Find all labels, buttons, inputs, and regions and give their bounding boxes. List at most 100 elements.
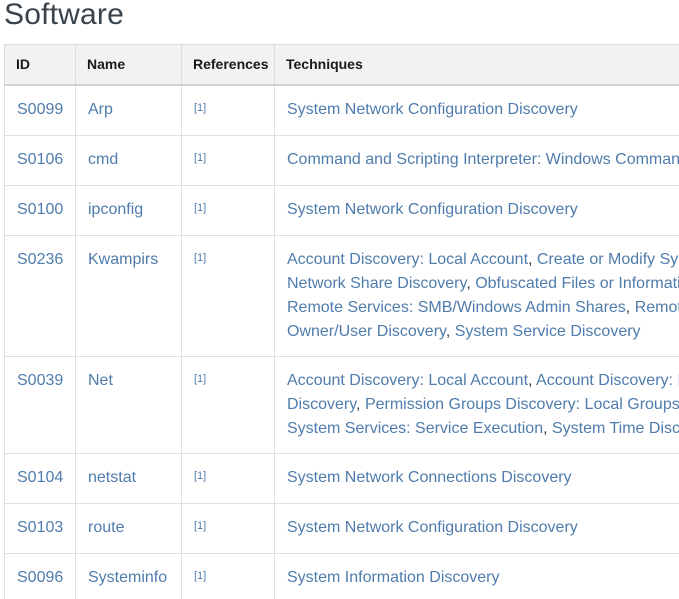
software-name-link[interactable]: Arp — [88, 101, 113, 118]
technique-link[interactable]: Network Share Discovery — [287, 275, 466, 292]
techniques-line: Network Share Discovery, Obfuscated File… — [287, 272, 679, 296]
software-id-link[interactable]: S0096 — [17, 569, 63, 586]
technique-link[interactable]: Command and Scripting Interpreter: Windo… — [287, 151, 679, 168]
column-header-references[interactable]: References — [181, 44, 275, 86]
references-cell: [1] — [181, 355, 275, 454]
techniques-cell: System Network Configuration Discovery — [274, 84, 679, 136]
table-row: S0099 Arp [1] System Network Configuration … — [4, 84, 679, 136]
software-name-cell: Systeminfo — [75, 552, 182, 599]
techniques-line: Owner/User Discovery, System Service Dis… — [287, 320, 679, 344]
software-id-cell: S0236 — [4, 234, 76, 357]
technique-link[interactable]: Create or Modify Sys — [537, 251, 679, 268]
software-id-cell: S0039 — [4, 355, 76, 454]
software-name-link[interactable]: route — [88, 519, 124, 536]
references-cell: [1] — [181, 184, 275, 236]
software-table: ID Name References Techniques S0099 Arp [1… — [4, 44, 679, 599]
technique-link[interactable]: System Network Configuration Discovery — [287, 101, 578, 118]
reference-link[interactable]: [1] — [194, 570, 206, 582]
table-row: S0103 route [1] System Network Configuratio… — [4, 502, 679, 554]
techniques-line: System Network Configuration Discovery — [287, 516, 679, 540]
technique-link[interactable]: System Network Configuration Discovery — [287, 201, 578, 218]
software-name-cell: netstat — [75, 452, 182, 504]
techniques-line: System Network Connections Discovery — [287, 466, 679, 490]
table-row: S0100 ipconfig [1] System Network Configura… — [4, 184, 679, 236]
reference-link[interactable]: [1] — [194, 252, 206, 264]
technique-link[interactable]: System Service Discovery — [455, 323, 641, 340]
technique-link[interactable]: System Network Connections Discovery — [287, 469, 572, 486]
column-header-id[interactable]: ID — [4, 44, 76, 86]
technique-link[interactable]: Remote Services: SMB/Windows Admin Share… — [287, 299, 626, 316]
software-id-link[interactable]: S0099 — [17, 101, 63, 118]
software-id-cell: S0104 — [4, 452, 76, 504]
technique-link[interactable]: Account Discovery: Local Account — [287, 372, 528, 389]
software-id-link[interactable]: S0100 — [17, 201, 63, 218]
techniques-line: System Network Configuration Discovery — [287, 98, 679, 122]
table-row: S0039 Net [1] Account Discovery: Local Acco… — [4, 355, 679, 454]
reference-link[interactable]: [1] — [194, 520, 206, 532]
software-id-link[interactable]: S0103 — [17, 519, 63, 536]
software-id-cell: S0099 — [4, 84, 76, 136]
software-name-cell: ipconfig — [75, 184, 182, 236]
table-row: S0236 Kwampirs [1] Account Discovery: Local… — [4, 234, 679, 357]
techniques-line: System Information Discovery — [287, 566, 679, 590]
column-header-name[interactable]: Name — [75, 44, 182, 86]
software-name-link[interactable]: ipconfig — [88, 201, 143, 218]
software-name-link[interactable]: Systeminfo — [88, 569, 167, 586]
reference-link[interactable]: [1] — [194, 102, 206, 114]
separator: , — [356, 395, 365, 413]
techniques-line: System Services: Service Execution, Syst… — [287, 417, 679, 441]
software-id-cell: S0100 — [4, 184, 76, 236]
software-section: Software ID Name References Techniques S… — [0, 0, 679, 599]
separator: , — [466, 274, 476, 292]
software-name-link[interactable]: cmd — [88, 151, 118, 168]
techniques-line: Account Discovery: Local Account, Accoun… — [287, 369, 679, 393]
software-name-link[interactable]: netstat — [88, 469, 136, 486]
technique-link[interactable]: System Time Disco — [552, 420, 679, 437]
software-id-cell: S0106 — [4, 134, 76, 186]
software-name-link[interactable]: Kwampirs — [88, 251, 158, 268]
software-id-link[interactable]: S0106 — [17, 151, 63, 168]
references-cell: [1] — [181, 502, 275, 554]
software-name-cell: cmd — [75, 134, 182, 186]
technique-link[interactable]: System Network Configuration Discovery — [287, 519, 578, 536]
techniques-cell: System Network Configuration Discovery — [274, 502, 679, 554]
software-id-link[interactable]: S0104 — [17, 469, 63, 486]
technique-link[interactable]: Account Discovery: I — [536, 372, 679, 389]
technique-link[interactable]: Discovery — [287, 396, 356, 413]
software-name-cell: route — [75, 502, 182, 554]
references-cell: [1] — [181, 234, 275, 357]
techniques-line: Remote Services: SMB/Windows Admin Share… — [287, 296, 679, 320]
technique-link[interactable]: System Services: Service Execution — [287, 420, 543, 437]
techniques-cell: System Network Connections Discovery — [274, 452, 679, 504]
techniques-cell: System Information Discovery — [274, 552, 679, 599]
separator: , — [528, 250, 537, 268]
reference-link[interactable]: [1] — [194, 470, 206, 482]
references-cell: [1] — [181, 452, 275, 504]
techniques-cell: Account Discovery: Local Account, Accoun… — [274, 355, 679, 454]
software-id-link[interactable]: S0236 — [17, 251, 63, 268]
column-header-techniques[interactable]: Techniques — [274, 44, 679, 86]
references-cell: [1] — [181, 84, 275, 136]
technique-link[interactable]: Account Discovery: Local Account — [287, 251, 528, 268]
reference-link[interactable]: [1] — [194, 152, 206, 164]
separator: , — [543, 419, 552, 437]
software-name-cell: Kwampirs — [75, 234, 182, 357]
table-row: S0096 Systeminfo [1] System Information Dis… — [4, 552, 679, 599]
software-id-link[interactable]: S0039 — [17, 372, 63, 389]
techniques-line: System Network Configuration Discovery — [287, 198, 679, 222]
technique-link[interactable]: Permission Groups Discovery: Local Group… — [365, 396, 679, 413]
references-cell: [1] — [181, 134, 275, 186]
reference-link[interactable]: [1] — [194, 202, 206, 214]
reference-link[interactable]: [1] — [194, 373, 206, 385]
technique-link[interactable]: Remote — [635, 299, 679, 316]
table-row: S0106 cmd [1] Command and Scripting Interpr… — [4, 134, 679, 186]
page-title: Software — [4, 0, 124, 31]
technique-link[interactable]: System Information Discovery — [287, 569, 500, 586]
separator: , — [445, 322, 455, 340]
technique-link[interactable]: Owner/User Discovery — [287, 323, 446, 340]
table-header-row: ID Name References Techniques — [4, 44, 679, 86]
techniques-line: Discovery, Permission Groups Discovery: … — [287, 393, 679, 417]
software-name-link[interactable]: Net — [88, 372, 113, 389]
table-row: S0104 netstat [1] System Network Connection… — [4, 452, 679, 504]
technique-link[interactable]: Obfuscated Files or Informati — [475, 275, 679, 292]
